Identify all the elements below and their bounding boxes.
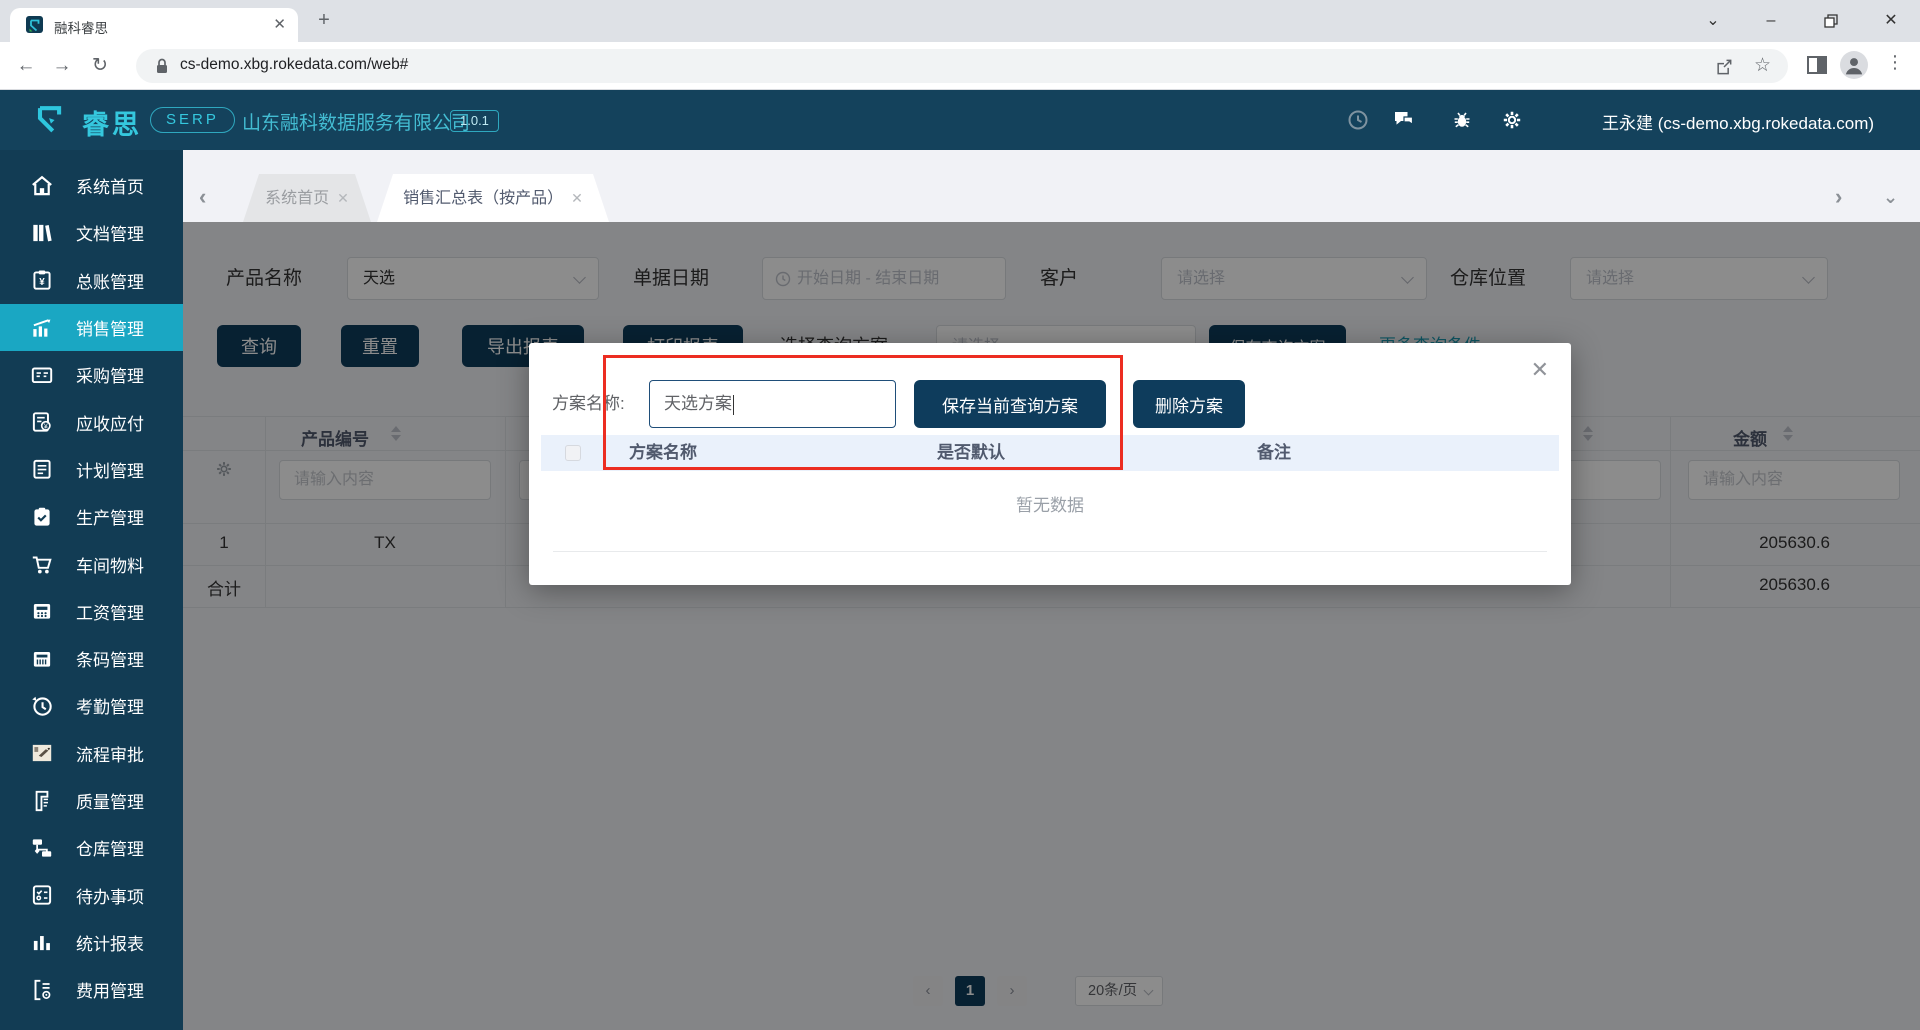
sidebar-item-todo[interactable]: 待办事项	[0, 871, 183, 918]
purchase-icon	[28, 361, 55, 388]
username-text[interactable]: 王永建 (cs-demo.xbg.rokedata.com)	[1602, 109, 1874, 134]
browser-window: 融科睿思 ✕ + ⌄ – ✕ ← → ↻ cs-demo.xbg.rokedat…	[0, 0, 1920, 1030]
bar-chart-icon	[28, 929, 55, 956]
company-name: 山东融科数据服务有限公司	[242, 113, 471, 134]
serp-badge: SERP	[150, 107, 235, 133]
version-badge: 1.0.1	[450, 110, 499, 132]
sidebar-item-quality[interactable]: 质量管理	[0, 777, 183, 824]
remark-column-header: 备注	[1257, 443, 1291, 462]
select-all-checkbox[interactable]	[565, 445, 581, 461]
sidebar-item-approval[interactable]: 流程审批	[0, 730, 183, 777]
sidebar-item-ledger[interactable]: ¥ 总账管理	[0, 257, 183, 304]
sidebar-item-production[interactable]: 生产管理	[0, 493, 183, 540]
sidebar-item-receivables[interactable]: ¥ 应收应付	[0, 398, 183, 445]
warehouse-flow-icon	[28, 834, 55, 861]
window-close-button[interactable]: ✕	[1876, 6, 1906, 36]
query-plan-dialog: ✕ 方案名称: 天选方案 保存当前查询方案 删除方案 方案名称 是否默认 备注 …	[529, 343, 1571, 585]
attendance-clock-icon	[28, 692, 55, 719]
app-logo-icon	[37, 106, 62, 133]
window-chevron-icon[interactable]: ⌄	[1698, 6, 1728, 36]
documents-icon	[28, 219, 55, 246]
sidebar-nav: 系统首页 文档管理 ¥ 总账管理 销售管理 采购管理 ¥ 应收应付 计划管理 生…	[0, 150, 183, 1030]
browser-menu-icon[interactable]: ⋮	[1886, 52, 1904, 73]
browser-tabstrip: 融科睿思 ✕ + ⌄ – ✕	[0, 0, 1920, 42]
new-tab-button[interactable]: +	[310, 7, 338, 35]
delete-plan-button[interactable]: 删除方案	[1133, 380, 1245, 428]
debug-bug-icon[interactable]	[1450, 108, 1474, 132]
messages-icon[interactable]	[1392, 108, 1416, 132]
production-icon	[28, 503, 55, 530]
plan-name-label: 方案名称:	[552, 394, 625, 413]
ledger-icon: ¥	[28, 267, 55, 294]
sidebar-item-attendance[interactable]: 考勤管理	[0, 682, 183, 729]
barcode-icon	[28, 645, 55, 672]
plan-table-header-row: 方案名称 是否默认 备注	[541, 435, 1559, 471]
browser-tab-close-icon[interactable]: ✕	[273, 15, 286, 33]
url-text: cs-demo.xbg.rokedata.com/web#	[180, 56, 409, 73]
empty-data-text: 暂无数据	[1016, 496, 1084, 515]
main-content: ‹ 系统首页 ✕ 销售汇总表（按产品） ✕ › ⌄ 产品名称 天选 单据日期 开始日…	[183, 150, 1920, 1030]
tab-close-icon[interactable]: ✕	[337, 190, 349, 206]
address-bar[interactable]: cs-demo.xbg.rokedata.com/web# ☆	[136, 49, 1788, 83]
planning-icon	[28, 456, 55, 483]
expense-icon	[28, 976, 55, 1003]
plan-name-column-header: 方案名称	[629, 443, 697, 462]
sidebar-item-wages[interactable]: 工资管理	[0, 588, 183, 635]
page-tab-home[interactable]: 系统首页 ✕	[243, 174, 371, 222]
window-restore-button[interactable]	[1816, 6, 1846, 36]
todo-checklist-icon	[28, 882, 55, 909]
cart-icon	[28, 551, 55, 578]
home-icon	[28, 172, 55, 199]
sidebar-item-home[interactable]: 系统首页	[0, 162, 183, 209]
bookmark-star-icon[interactable]: ☆	[1754, 54, 1771, 77]
page-tabbar: ‹ 系统首页 ✕ 销售汇总表（按产品） ✕ › ⌄	[183, 174, 1920, 222]
profile-icon[interactable]	[1840, 51, 1868, 84]
sidebar-item-reports[interactable]: 统计报表	[0, 919, 183, 966]
calculator-icon	[28, 598, 55, 625]
sidebar-item-materials[interactable]: 车间物料	[0, 540, 183, 587]
text-cursor	[733, 394, 734, 415]
clock-icon[interactable]	[1346, 108, 1370, 132]
tabs-scroll-left-icon[interactable]: ‹	[199, 174, 206, 222]
app-logo-text: 睿思	[82, 110, 142, 140]
svg-text:¥: ¥	[39, 277, 45, 288]
browser-toolbar: ← → ↻ cs-demo.xbg.rokedata.com/web# ☆ ⋮	[0, 42, 1920, 90]
window-minimize-button[interactable]: –	[1756, 6, 1786, 36]
sidebar-item-documents[interactable]: 文档管理	[0, 209, 183, 256]
page-tab-sales-summary[interactable]: 销售汇总表（按产品） ✕	[377, 174, 609, 222]
divider	[553, 551, 1547, 552]
browser-tab[interactable]: 融科睿思 ✕	[10, 8, 298, 42]
tabs-menu-chevron-icon[interactable]: ⌄	[1883, 174, 1898, 222]
approval-icon	[28, 740, 55, 767]
sidebar-item-planning[interactable]: 计划管理	[0, 446, 183, 493]
tabs-scroll-right-icon[interactable]: ›	[1835, 174, 1842, 222]
settings-gear-icon[interactable]	[1500, 108, 1524, 132]
sidebar-item-purchase[interactable]: 采购管理	[0, 351, 183, 398]
svg-text:¥: ¥	[43, 424, 47, 431]
app-header: 睿思 SERP 山东融科数据服务有限公司 1.0.1 2 王永建 (cs-dem…	[0, 90, 1920, 227]
lock-icon	[157, 58, 167, 73]
side-panel-icon[interactable]	[1806, 54, 1828, 81]
browser-tab-title: 融科睿思	[54, 21, 108, 36]
tab-close-icon[interactable]: ✕	[571, 190, 583, 206]
sidebar-item-barcode[interactable]: 条码管理	[0, 635, 183, 682]
reload-icon[interactable]: ↻	[86, 52, 114, 80]
sidebar-item-expenses[interactable]: 费用管理	[0, 966, 183, 1013]
site-favicon-icon	[26, 16, 43, 33]
forward-icon[interactable]: →	[48, 52, 76, 80]
save-current-plan-button[interactable]: 保存当前查询方案	[914, 380, 1106, 428]
plan-name-input[interactable]: 天选方案	[649, 380, 896, 428]
caliper-icon	[28, 787, 55, 814]
receivables-icon: ¥	[28, 409, 55, 436]
is-default-column-header: 是否默认	[937, 443, 1005, 462]
back-icon[interactable]: ←	[12, 52, 40, 80]
sidebar-item-warehouse[interactable]: 仓库管理	[0, 824, 183, 871]
dialog-close-icon[interactable]: ✕	[1531, 357, 1549, 383]
share-icon[interactable]	[1714, 57, 1734, 77]
sales-chart-icon	[28, 314, 55, 341]
sidebar-item-sales[interactable]: 销售管理	[0, 303, 183, 352]
